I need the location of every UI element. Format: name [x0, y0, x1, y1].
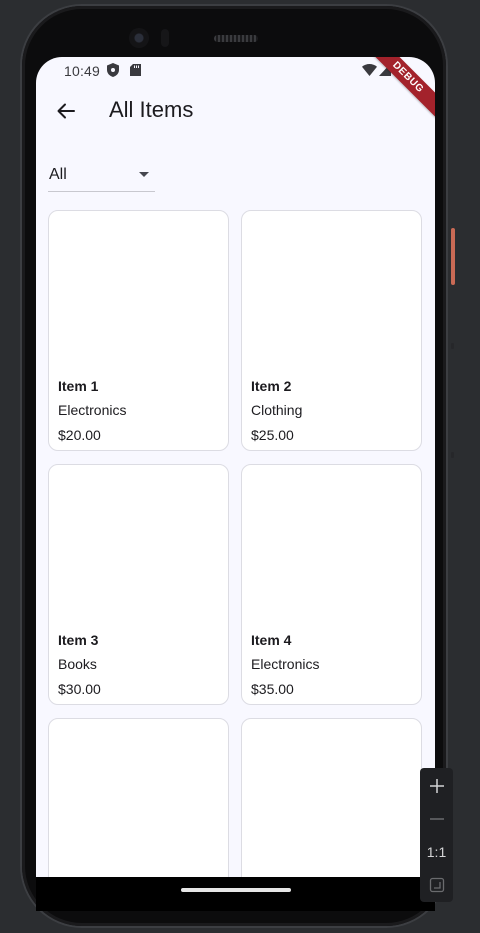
- status-bar: 10:49: [36, 57, 435, 83]
- back-button[interactable]: [48, 93, 84, 129]
- minus-icon: [429, 818, 444, 820]
- plus-icon: [429, 779, 444, 793]
- device-screen: 10:49 DEBUG All Items All Item 1 Electro…: [36, 57, 435, 877]
- volume-down-button[interactable]: [451, 452, 454, 458]
- item-price: $20.00: [58, 427, 101, 443]
- item-card[interactable]: Item 4 Electronics $35.00: [241, 464, 422, 705]
- item-category: Electronics: [251, 656, 320, 672]
- item-name: Item 3: [58, 632, 99, 648]
- volume-up-button[interactable]: [451, 343, 454, 349]
- zoom-in-button[interactable]: [420, 770, 453, 802]
- page-title: All Items: [109, 97, 194, 122]
- emulator-stage: 10:49 DEBUG All Items All Item 1 Electro…: [0, 0, 480, 933]
- proximity-sensor: [161, 29, 169, 47]
- arrow-drop-down-icon: [139, 172, 149, 177]
- front-camera-icon: [129, 28, 149, 48]
- emulator-zoom-controls: 1:1: [420, 768, 453, 902]
- zoom-fit-button[interactable]: [420, 869, 453, 901]
- navigation-bar: [36, 877, 435, 911]
- item-card[interactable]: Item 3 Books $30.00: [48, 464, 229, 705]
- item-card[interactable]: Item 2 Clothing $25.00: [241, 210, 422, 451]
- item-card[interactable]: Item 1 Electronics $20.00: [48, 210, 229, 451]
- item-price: $25.00: [251, 427, 294, 443]
- item-price: $35.00: [251, 681, 294, 697]
- item-category: Clothing: [251, 402, 303, 418]
- zoom-reset-button[interactable]: 1:1: [420, 836, 453, 868]
- item-category: Electronics: [58, 402, 127, 418]
- item-price: $30.00: [58, 681, 101, 697]
- item-card[interactable]: [241, 718, 422, 877]
- app-bar: All Items: [36, 83, 435, 139]
- item-name: Item 4: [251, 632, 292, 648]
- arrow-back-icon: [57, 103, 75, 119]
- category-filter-dropdown[interactable]: All: [48, 161, 155, 192]
- item-category: Books: [58, 656, 97, 672]
- item-card[interactable]: [48, 718, 229, 877]
- item-name: Item 1: [58, 378, 99, 394]
- earpiece-speaker: [214, 35, 258, 42]
- home-gesture-handle[interactable]: [181, 888, 291, 892]
- power-button[interactable]: [451, 228, 455, 285]
- zoom-out-button[interactable]: [420, 803, 453, 835]
- item-name: Item 2: [251, 378, 292, 394]
- category-filter-value: All: [49, 166, 67, 183]
- status-time: 10:49: [64, 63, 101, 79]
- shield-icon: [107, 63, 119, 77]
- fit-screen-icon: [429, 877, 444, 893]
- wifi-icon: [362, 64, 377, 76]
- sd-card-icon: [130, 64, 141, 76]
